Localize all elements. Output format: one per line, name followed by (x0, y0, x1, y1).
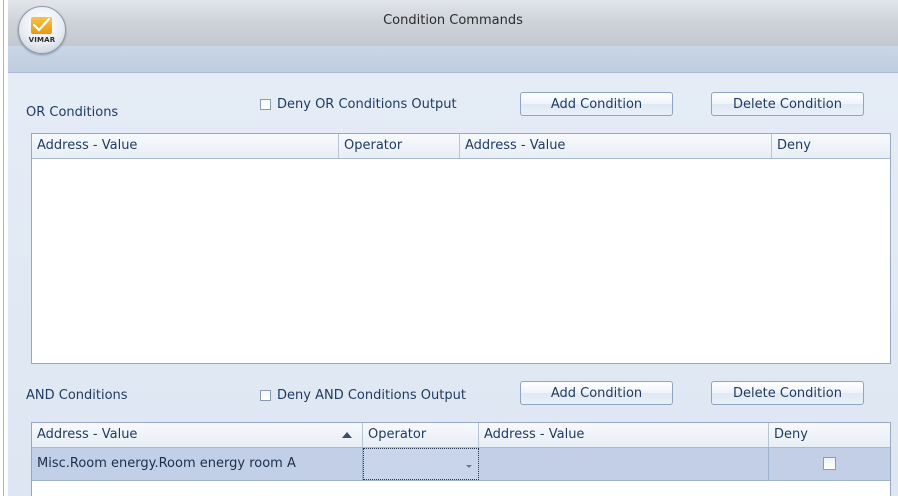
vimar-logo-text: VIMAR (28, 36, 56, 44)
or-grid-header: Address - Value Operator Address - Value… (32, 134, 890, 159)
and-col-deny[interactable]: Deny (769, 423, 890, 447)
and-col-operator[interactable]: Operator (363, 423, 479, 447)
deny-and-output-label: Deny AND Conditions Output (277, 388, 466, 403)
row-deny-checkbox[interactable] (822, 457, 836, 470)
or-col-address-value-1[interactable]: Address - Value (32, 134, 339, 158)
or-conditions-label: OR Conditions (26, 105, 119, 120)
table-row[interactable]: Misc.Room energy.Room energy room A (32, 448, 890, 481)
row-operator-dropdown[interactable] (363, 448, 479, 480)
row-deny-cell (769, 448, 890, 480)
and-conditions-grid[interactable]: Address - Value Operator Address - Value… (31, 422, 891, 496)
vimar-logo-icon (31, 17, 52, 34)
and-delete-condition-button[interactable]: Delete Condition (711, 381, 864, 405)
sort-ascending-icon (342, 432, 352, 438)
and-col-address-value-1-label: Address - Value (37, 427, 138, 442)
or-col-operator[interactable]: Operator (339, 134, 460, 158)
deny-or-output-label: Deny OR Conditions Output (277, 97, 457, 112)
left-window-edge (0, 0, 8, 496)
condition-commands-window: Condition Commands VIMAR OR Conditions D… (8, 0, 898, 496)
or-add-condition-button[interactable]: Add Condition (520, 92, 673, 116)
chevron-down-icon (466, 465, 472, 468)
deny-and-output-checkbox[interactable]: Deny AND Conditions Output (260, 388, 466, 403)
and-conditions-label: AND Conditions (26, 388, 128, 403)
or-col-deny[interactable]: Deny (772, 134, 890, 158)
and-col-address-value-2[interactable]: Address - Value (479, 423, 769, 447)
deny-or-output-checkbox[interactable]: Deny OR Conditions Output (260, 97, 457, 112)
or-delete-condition-button[interactable]: Delete Condition (711, 92, 864, 116)
or-col-address-value-2[interactable]: Address - Value (460, 134, 772, 158)
dialog-content: OR Conditions Deny OR Conditions Output … (8, 73, 898, 496)
row-address-value-2[interactable] (479, 448, 769, 480)
title-bar[interactable]: Condition Commands (8, 0, 898, 46)
deny-and-output-checkbox-box[interactable] (260, 390, 271, 401)
app-menu-button[interactable]: VIMAR (18, 6, 66, 54)
or-conditions-grid[interactable]: Address - Value Operator Address - Value… (31, 133, 891, 364)
ribbon-strip (8, 46, 898, 73)
row-address-value-1[interactable]: Misc.Room energy.Room energy room A (32, 448, 363, 480)
deny-or-output-checkbox-box[interactable] (260, 99, 271, 110)
and-add-condition-button[interactable]: Add Condition (520, 381, 673, 405)
and-col-address-value-1[interactable]: Address - Value (32, 423, 363, 447)
and-grid-header: Address - Value Operator Address - Value… (32, 423, 890, 448)
window-title: Condition Commands (383, 13, 523, 28)
